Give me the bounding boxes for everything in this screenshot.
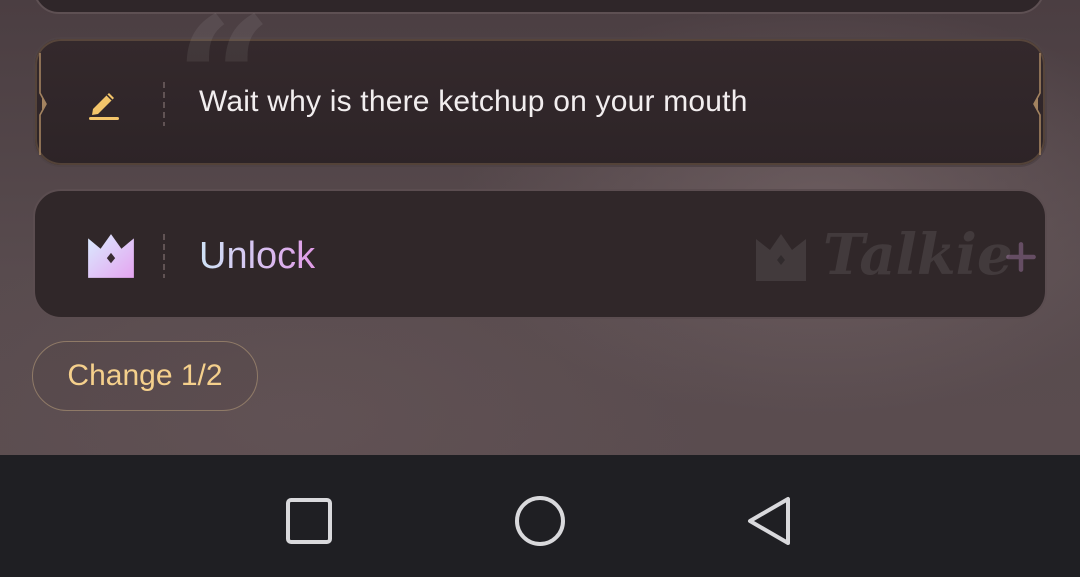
card-divider <box>163 234 165 278</box>
unlock-card[interactable]: Unlock Talkie <box>33 189 1047 319</box>
system-navigation-bar <box>0 455 1080 577</box>
left-frame-ornament <box>39 53 47 155</box>
card-divider <box>163 82 165 126</box>
home-circle-icon[interactable] <box>510 491 570 551</box>
talkie-watermark-text: Talkie <box>823 222 1013 288</box>
right-frame-ornament <box>1033 53 1041 155</box>
change-suggestion-button[interactable]: Change 1/2 <box>32 341 258 411</box>
crown-watermark-icon <box>756 234 806 281</box>
back-triangle-icon[interactable] <box>740 491 800 551</box>
chat-suggestions-panel: “ Wait why is there ketchup on your mout… <box>0 0 1080 455</box>
reply-suggestion-card[interactable]: “ Wait why is there ketchup on your mout… <box>33 0 1047 167</box>
quote-mark-decoration: “ <box>175 0 273 180</box>
pencil-icon <box>89 93 119 120</box>
plus-watermark-icon <box>1006 242 1036 272</box>
recents-square-icon[interactable] <box>279 491 339 551</box>
unlock-label: Unlock <box>199 235 316 277</box>
talkie-plus-watermark: Talkie <box>753 225 1038 285</box>
crown-icon <box>88 234 134 278</box>
reply-suggestion-text: Wait why is there ketchup on your mouth <box>199 85 748 118</box>
